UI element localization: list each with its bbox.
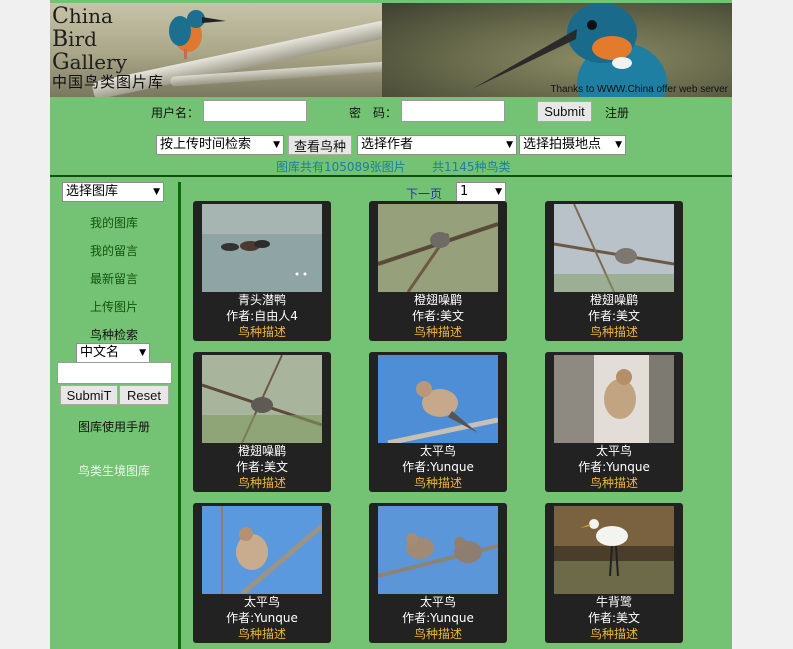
species-description-link[interactable]: 鸟种描述 [193,474,331,491]
login-submit-button[interactable]: Submit [537,101,592,122]
name-type-select-value: 中文名 [80,345,120,360]
species-description-link[interactable]: 鸟种描述 [545,474,683,491]
bird-name[interactable]: 太平鸟 [193,593,331,610]
bird-author: 作者:美文 [587,611,641,625]
chevron-down-icon: ▼ [139,348,146,358]
species-submit-button[interactable]: SubmiT [60,385,118,405]
species-description-link[interactable]: 鸟种描述 [193,323,331,340]
sidebar-item-my-gallery[interactable]: 我的图库 [50,214,178,231]
sidebar-divider [178,182,181,649]
chevron-down-icon: ▼ [615,140,622,150]
bird-author: 作者:Yunque [226,611,298,625]
chevron-down-icon: ▼ [506,140,513,150]
author-select[interactable]: 选择作者 ▼ [357,135,517,155]
bird-thumbnail[interactable] [554,506,674,594]
bird-author: 作者:Yunque [402,611,474,625]
species-description-link[interactable]: 鸟种描述 [369,323,507,340]
sidebar-item-manual[interactable]: 图库使用手册 [50,418,178,435]
banner: China Bird Gallery 中国鸟类图片库 Thanks to WWW… [50,3,732,97]
bird-author: 作者:美文 [235,460,289,474]
kingfisher-small-icon [169,10,226,59]
banner-thanks-text: Thanks to WWW.China offer web server [550,84,728,95]
bird-author: 作者:Yunque [578,460,650,474]
bird-name[interactable]: 橙翅噪鹛 [545,291,683,308]
gallery-card[interactable]: 橙翅噪鹛 作者:美文 鸟种描述 [545,201,683,341]
bird-author: 作者:Yunque [402,460,474,474]
page-select-value: 1 [460,184,469,199]
species-description-link[interactable]: 鸟种描述 [193,625,331,642]
image-count: 图库共有105089张图片 [276,160,406,174]
gallery-card[interactable]: 太平鸟 作者:Yunque 鸟种描述 [369,503,507,643]
bird-thumbnail[interactable] [202,355,322,443]
time-search-select[interactable]: 按上传时间检索 ▼ [156,135,284,155]
sidebar-item-upload[interactable]: 上传图片 [50,298,178,315]
title-letter: C [52,4,69,29]
banner-subtitle: 中国鸟类图片库 [52,73,165,91]
library-select[interactable]: 选择图库 ▼ [62,182,164,202]
author-select-value: 选择作者 [361,137,414,152]
bird-name[interactable]: 橙翅噪鹛 [369,291,507,308]
sidebar-item-habitat[interactable]: 鸟类生境图库 [50,462,178,479]
gallery-card[interactable]: 太平鸟 作者:Yunque 鸟种描述 [193,503,331,643]
gallery-card[interactable]: 青头潜鸭 作者:自由人4 鸟种描述 [193,201,331,341]
species-description-link[interactable]: 鸟种描述 [369,474,507,491]
page-select[interactable]: 1 ▼ [456,182,506,202]
username-input[interactable] [203,100,307,122]
sidebar-item-my-messages[interactable]: 我的留言 [50,242,178,259]
bird-author: 作者:自由人4 [226,309,298,323]
species-description-link[interactable]: 鸟种描述 [545,625,683,642]
species-search-input[interactable] [57,362,172,384]
bird-name[interactable]: 青头潜鸭 [193,291,331,308]
species-description-link[interactable]: 鸟种描述 [369,625,507,642]
view-species-button[interactable]: 查看鸟种 [288,135,352,155]
password-input[interactable] [401,100,505,122]
title-text: ird [68,27,97,51]
username-label: 用户名： [151,106,200,120]
bird-author: 作者:美文 [411,309,465,323]
bird-thumbnail[interactable] [378,506,498,594]
name-type-select[interactable]: 中文名 ▼ [76,343,150,363]
species-count: 共1145种鸟类 [432,160,511,174]
species-description-link[interactable]: 鸟种描述 [545,323,683,340]
banner-title: China Bird Gallery [52,5,127,74]
location-select[interactable]: 选择拍摄地点 ▼ [519,135,626,155]
divider [50,175,732,177]
next-page-link[interactable]: 下一页 [406,185,442,202]
gallery-card[interactable]: 橙翅噪鹛 作者:美文 鸟种描述 [193,352,331,492]
title-letter: B [52,27,69,52]
gallery-card[interactable]: 太平鸟 作者:Yunque 鸟种描述 [545,352,683,492]
bird-thumbnail[interactable] [554,355,674,443]
bird-name[interactable]: 太平鸟 [369,442,507,459]
bird-thumbnail[interactable] [378,204,498,292]
chevron-down-icon: ▼ [495,187,502,197]
login-row: 用户名： 密 码： Submit 注册 [50,100,732,124]
sidebar-item-latest-messages[interactable]: 最新留言 [50,270,178,287]
gallery-card[interactable]: 太平鸟 作者:Yunque 鸟种描述 [369,352,507,492]
location-select-value: 选择拍摄地点 [523,137,602,152]
bird-author: 作者:美文 [587,309,641,323]
bird-thumbnail[interactable] [202,204,322,292]
gallery-card[interactable]: 橙翅噪鹛 作者:美文 鸟种描述 [369,201,507,341]
bird-name[interactable]: 太平鸟 [369,593,507,610]
chevron-down-icon: ▼ [273,140,280,150]
time-search-select-value: 按上传时间检索 [160,137,252,152]
bird-thumbnail[interactable] [554,204,674,292]
library-select-value: 选择图库 [66,184,119,199]
gallery-card[interactable]: 牛背鹭 作者:美文 鸟种描述 [545,503,683,643]
bird-name[interactable]: 太平鸟 [545,442,683,459]
kingfisher-large-icon [472,3,667,97]
banner-photo-right: Thanks to WWW.China offer web server [382,3,732,97]
chevron-down-icon: ▼ [153,187,160,197]
bird-name[interactable]: 橙翅噪鹛 [193,442,331,459]
species-search-label: 鸟种检索 [89,328,138,342]
bird-thumbnail[interactable] [378,355,498,443]
title-text: hina [68,4,113,28]
page: China Bird Gallery 中国鸟类图片库 Thanks to WWW… [50,0,732,649]
password-label: 密 码： [349,106,398,120]
bird-thumbnail[interactable] [202,506,322,594]
bird-name[interactable]: 牛背鹭 [545,593,683,610]
species-reset-button[interactable]: Reset [119,385,169,405]
register-link[interactable]: 注册 [605,104,629,121]
